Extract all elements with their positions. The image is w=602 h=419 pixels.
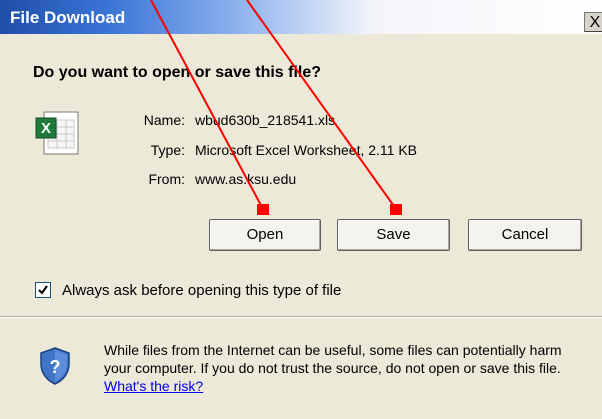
security-shield-icon: ? (40, 347, 70, 385)
type-label: Type: (150, 142, 185, 158)
dialog-question: Do you want to open or save this file? (33, 64, 322, 81)
open-button[interactable]: Open (209, 219, 321, 251)
checkmark-icon (38, 285, 48, 295)
whats-the-risk-link[interactable]: What's the risk? (104, 378, 203, 394)
file-name-value: wbud630b_218541.xls (195, 112, 336, 128)
divider-highlight (0, 317, 602, 318)
file-from-value: www.as.ksu.edu (195, 171, 297, 187)
svg-text:X: X (41, 120, 51, 137)
close-button[interactable]: X (584, 12, 602, 32)
security-warning-text: While files from the Internet can be use… (104, 341, 590, 395)
file-type-value: Microsoft Excel Worksheet, 2.11 KB (195, 142, 418, 158)
always-ask-checkbox[interactable] (35, 282, 51, 298)
always-ask-label[interactable]: Always ask before opening this type of f… (62, 282, 341, 299)
from-label: From: (148, 171, 185, 187)
cancel-button[interactable]: Cancel (468, 219, 582, 251)
title-bar: File Download X (0, 0, 602, 34)
svg-text:?: ? (50, 357, 61, 377)
save-button[interactable]: Save (337, 219, 450, 251)
excel-file-icon: X (35, 111, 79, 155)
name-label: Name: (143, 112, 185, 128)
warning-message: While files from the Internet can be use… (104, 342, 562, 376)
window-title: File Download (10, 8, 126, 27)
